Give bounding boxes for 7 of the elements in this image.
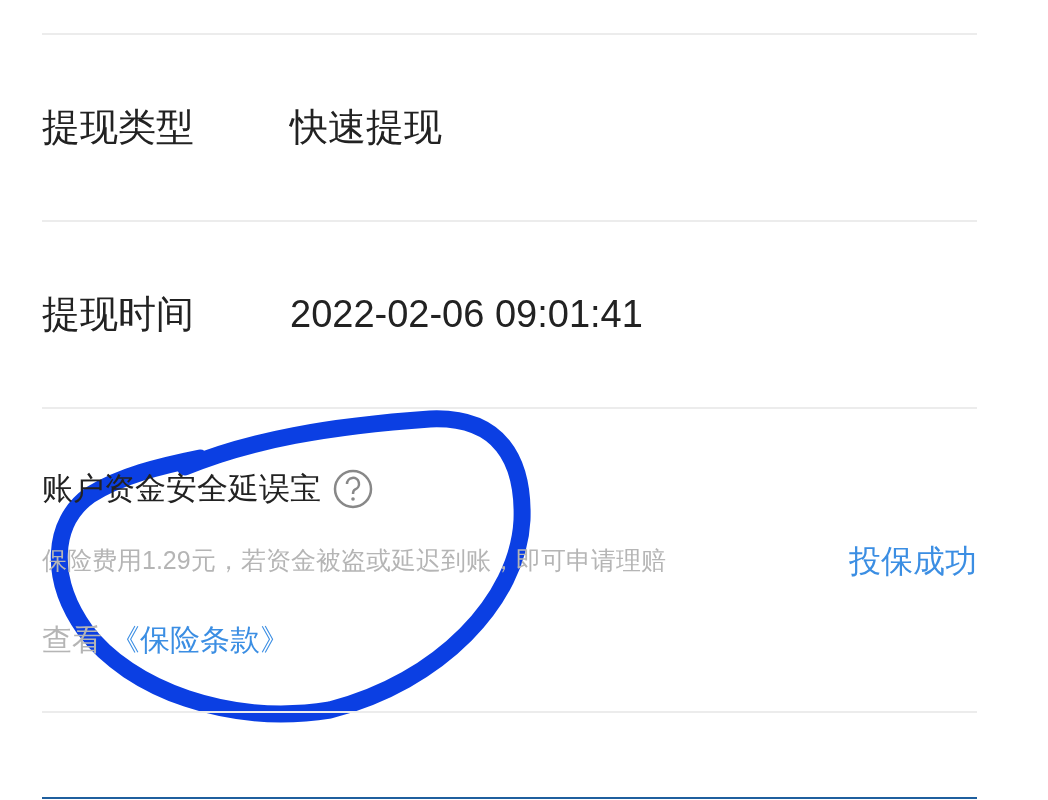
insurance-status: 投保成功 xyxy=(849,542,977,581)
help-icon[interactable] xyxy=(333,469,373,509)
row-value: 快速提现 xyxy=(290,105,442,150)
row-value: 2022-02-06 09:01:41 xyxy=(290,292,643,337)
row-label: 提现时间 xyxy=(42,292,195,337)
terms-link[interactable]: 《保险条款》 xyxy=(110,616,290,662)
row-label: 提现类型 xyxy=(42,105,195,150)
